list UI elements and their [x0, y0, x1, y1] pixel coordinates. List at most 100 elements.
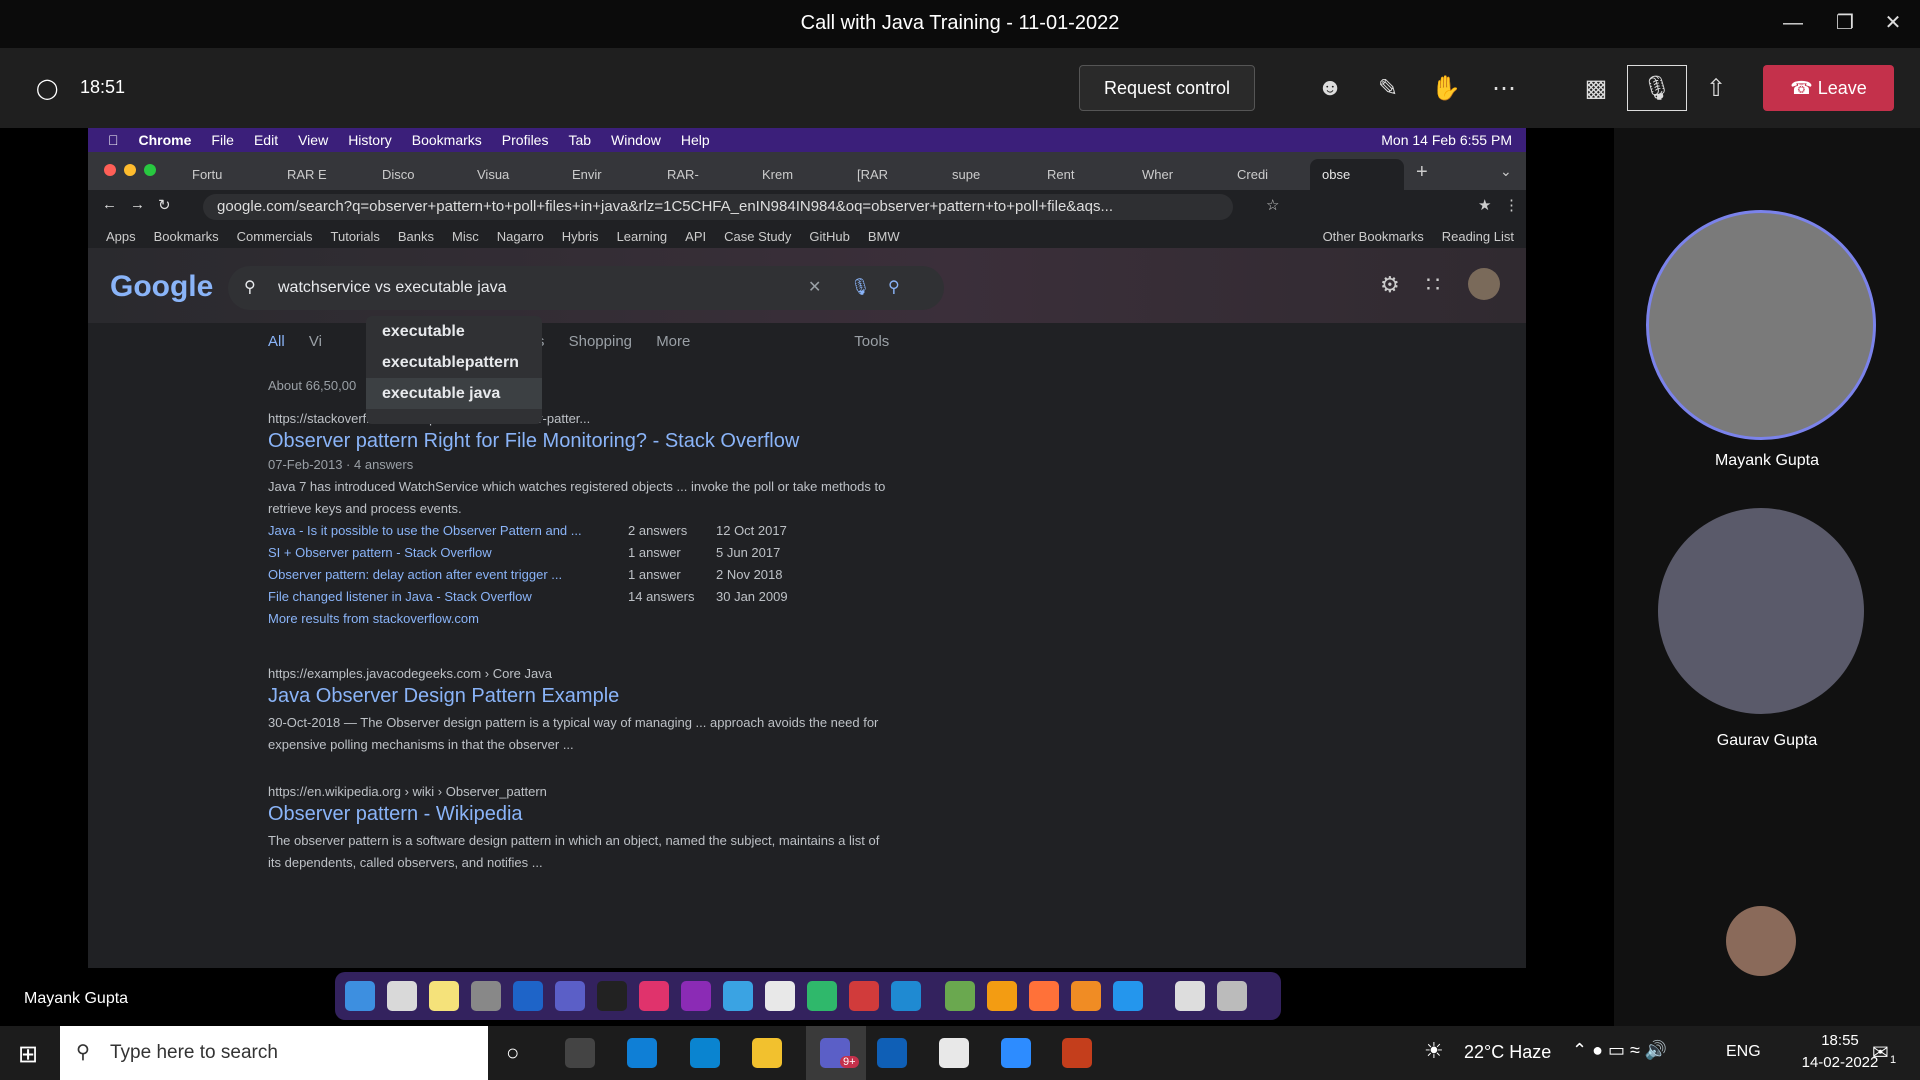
restore-icon[interactable]: ❐ [1822, 6, 1868, 40]
intellij-icon[interactable] [639, 981, 669, 1011]
outlook-icon[interactable] [513, 981, 543, 1011]
chrome-icon[interactable] [939, 1038, 969, 1068]
settings-icon[interactable] [471, 981, 501, 1011]
weather-text[interactable]: 22°C Haze [1464, 1042, 1551, 1063]
result-url[interactable]: https://en.wikipedia.org › wiki › Observ… [268, 784, 1168, 799]
reload-icon[interactable]: ↻ [158, 196, 171, 214]
share-screen-icon[interactable]: ⇧ [1696, 65, 1736, 111]
weather-icon[interactable]: ☀ [1424, 1038, 1444, 1064]
camera-off-icon[interactable]: ▩ [1576, 65, 1616, 111]
suggestion-item-highlighted[interactable]: executable java [366, 378, 542, 409]
sub-result-link[interactable]: SI + Observer pattern - Stack Overflow [268, 542, 628, 564]
tab-all[interactable]: All [268, 333, 285, 350]
file-explorer-icon[interactable] [752, 1038, 782, 1068]
google-logo[interactable]: Google [110, 270, 213, 304]
bookmark-apps[interactable]: Apps [106, 229, 136, 244]
mic-muted-icon[interactable]: 🎙 [1627, 65, 1687, 111]
tab-tools[interactable]: Tools [854, 333, 889, 350]
chrome-icon[interactable] [765, 981, 795, 1011]
bookmark-item[interactable]: Learning [617, 229, 668, 244]
bookmark-item[interactable]: Banks [398, 229, 434, 244]
sublime-icon[interactable] [987, 981, 1017, 1011]
document-icon[interactable] [1175, 981, 1205, 1011]
outlook-icon[interactable] [877, 1038, 907, 1068]
account-avatar[interactable] [1468, 268, 1500, 300]
bookmark-item[interactable]: Tutorials [331, 229, 380, 244]
search-input[interactable]: ⚲ watchservice vs executable java ✕ 🎙 ⚲ [228, 266, 944, 310]
apps-grid-icon[interactable]: ∷ [1426, 272, 1440, 298]
browser-tab[interactable]: Rent [1035, 159, 1129, 190]
sub-result-link[interactable]: File changed listener in Java - Stack Ov… [268, 586, 628, 608]
bookmark-item[interactable]: GitHub [809, 229, 849, 244]
tab-videos[interactable]: Vi [309, 333, 322, 350]
browser-tab[interactable]: Krem [750, 159, 844, 190]
result-title[interactable]: Java Observer Design Pattern Example [268, 685, 1168, 708]
suggestion-item[interactable]: executable [366, 316, 542, 347]
participants-icon[interactable]: ☻ [1310, 65, 1350, 111]
chat-icon[interactable]: ✎ [1368, 65, 1408, 111]
clear-icon[interactable]: ✕ [808, 266, 821, 310]
edge-icon[interactable] [627, 1038, 657, 1068]
suggestion-item[interactable]: executablepattern [366, 347, 542, 378]
bookmark-item[interactable]: BMW [868, 229, 900, 244]
browser-tab[interactable]: supe [940, 159, 1034, 190]
browser-tab[interactable]: Visua [465, 159, 559, 190]
result-title[interactable]: Observer pattern - Wikipedia [268, 803, 1168, 826]
docker-icon[interactable] [1113, 981, 1143, 1011]
teams-taskbar-button[interactable]: 9+ [806, 1026, 866, 1080]
mac-minimize-icon[interactable] [124, 164, 136, 176]
launchpad-icon[interactable] [387, 981, 417, 1011]
extensions-icon[interactable]: ★ [1478, 196, 1491, 214]
pycharm-icon[interactable] [807, 981, 837, 1011]
more-results-link[interactable]: More results from stackoverflow.com [268, 608, 1168, 630]
mac-zoom-icon[interactable] [144, 164, 156, 176]
vscode-icon[interactable] [891, 981, 921, 1011]
settings-gear-icon[interactable]: ⚙ [1380, 272, 1400, 298]
chrome-menu-icon[interactable]: ⋮ [1504, 196, 1519, 214]
messages-icon[interactable] [849, 981, 879, 1011]
bookmark-other[interactable]: Other Bookmarks [1323, 229, 1424, 244]
onenote-icon[interactable] [681, 981, 711, 1011]
terminal-icon[interactable] [597, 981, 627, 1011]
back-icon[interactable]: ← [102, 196, 117, 213]
notifications-icon[interactable]: ✉ [1872, 1040, 1889, 1065]
sub-result-link[interactable]: Observer pattern: delay action after eve… [268, 564, 628, 586]
browser-tab[interactable]: Credi [1225, 159, 1319, 190]
powerpoint-icon[interactable] [1062, 1038, 1092, 1068]
browser-tab[interactable]: Wher [1130, 159, 1224, 190]
zoom-icon[interactable] [1001, 1038, 1031, 1068]
store-icon[interactable] [690, 1038, 720, 1068]
request-control-button[interactable]: Request control [1079, 65, 1255, 111]
browser-tab[interactable]: RAR- [655, 159, 749, 190]
tab-search-icon[interactable]: ⌄ [1500, 163, 1512, 180]
result-url[interactable]: https://examples.javacodegeeks.com › Cor… [268, 666, 1168, 681]
preview-icon[interactable] [723, 981, 753, 1011]
mic-icon[interactable]: 🎙 [850, 266, 870, 310]
language-indicator[interactable]: ENG [1726, 1043, 1761, 1061]
bookmark-item[interactable]: Misc [452, 229, 479, 244]
trash-icon[interactable] [1217, 981, 1247, 1011]
taskbar-search-input[interactable]: ⚲ Type here to search [60, 1026, 488, 1080]
close-icon[interactable]: ✕ [1870, 6, 1916, 40]
bookmark-item[interactable]: Commercials [237, 229, 313, 244]
bookmark-item[interactable]: API [685, 229, 706, 244]
bookmark-item[interactable]: Case Study [724, 229, 791, 244]
cortana-icon[interactable]: ○ [506, 1040, 519, 1066]
result-title[interactable]: Observer pattern Right for File Monitori… [268, 430, 1168, 453]
task-view-icon[interactable] [565, 1038, 595, 1068]
participant-avatar[interactable] [1726, 906, 1796, 976]
browser-tab[interactable]: Disco [370, 159, 464, 190]
bookmark-star-icon[interactable]: ☆ [1266, 196, 1279, 214]
pages-icon[interactable] [1071, 981, 1101, 1011]
app-icon[interactable] [945, 981, 975, 1011]
windows-start-icon[interactable]: ⊞ [18, 1040, 38, 1069]
firefox-icon[interactable] [1029, 981, 1059, 1011]
bookmark-item[interactable]: Bookmarks [154, 229, 219, 244]
teams-icon[interactable] [555, 981, 585, 1011]
sub-result-link[interactable]: Java - Is it possible to use the Observe… [268, 520, 628, 542]
new-tab-icon[interactable]: + [1416, 161, 1428, 184]
more-options-icon[interactable]: ⋯ [1484, 65, 1524, 111]
mac-close-icon[interactable] [104, 164, 116, 176]
notes-icon[interactable] [429, 981, 459, 1011]
tray-icons[interactable]: ⌃ ● ▭ ≈ 🔊 [1572, 1040, 1667, 1061]
